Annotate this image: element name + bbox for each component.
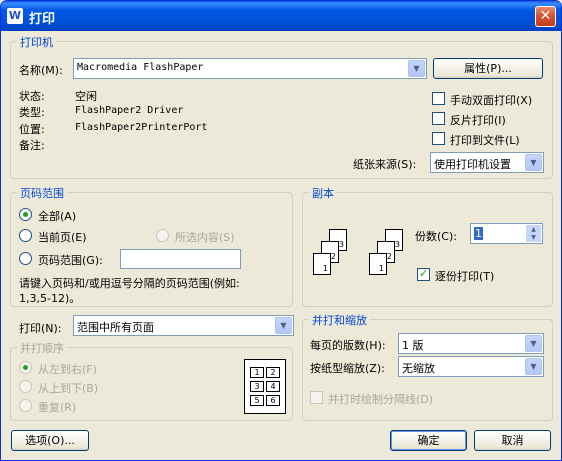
all-pages-radio[interactable] xyxy=(19,208,32,221)
printer-name-label: 名称(M): xyxy=(19,64,63,77)
stack-page: 1 xyxy=(369,253,387,275)
close-button[interactable]: ✕ xyxy=(535,6,556,27)
pages-per-sheet-value: 1 版 xyxy=(402,339,424,352)
zoom-group-title: 并打和缩放 xyxy=(309,312,370,328)
mirror-label[interactable]: 反片打印(I) xyxy=(450,112,506,128)
left-to-right-radio[interactable] xyxy=(19,361,32,374)
grid-cell: 1 xyxy=(250,367,264,378)
draw-borders-checkbox[interactable] xyxy=(310,391,323,404)
collate-label[interactable]: 逐份打印(T) xyxy=(435,268,494,284)
print-what-select[interactable]: 范围中所有页面 ▼ xyxy=(73,315,294,336)
dialog-title: 打印 xyxy=(29,12,56,27)
status-label: 状态: xyxy=(19,90,45,103)
page-range-group-title: 页码范围 xyxy=(17,185,67,201)
collate-checkbox[interactable] xyxy=(417,267,430,281)
stack-page: 1 xyxy=(313,253,331,275)
comment-label: 备注: xyxy=(19,139,45,152)
where-value: FlashPaper2PrinterPort xyxy=(75,122,208,133)
word-app-icon: W xyxy=(7,8,23,24)
chevron-down-icon: ▼ xyxy=(525,358,542,375)
chevron-down-icon: ▼ xyxy=(408,60,425,77)
page-range-input[interactable] xyxy=(120,249,241,269)
scale-value: 无缩放 xyxy=(402,362,435,375)
chevron-down-icon: ▼ xyxy=(275,317,292,334)
manual-duplex-label[interactable]: 手动双面打印(X) xyxy=(450,92,532,108)
page-order-preview-icon: 1 2 3 4 5 6 xyxy=(244,359,286,414)
type-label: 类型: xyxy=(19,106,45,119)
page-range-label[interactable]: 页码范围(G): xyxy=(38,252,103,268)
print-dialog: W 打印 ✕ 打印机 名称(M): Macromedia FlashPaper … xyxy=(0,0,562,461)
chevron-down-icon: ▼ xyxy=(525,154,542,171)
printer-group-title: 打印机 xyxy=(17,34,56,50)
paper-source-label: 纸张来源(S): xyxy=(353,158,417,171)
top-to-bottom-label[interactable]: 从上到下(B) xyxy=(38,380,98,396)
paper-source-value: 使用打印机设置 xyxy=(434,158,511,171)
current-page-label[interactable]: 当前页(E) xyxy=(38,229,87,245)
grid-cell: 6 xyxy=(266,395,280,406)
manual-duplex-checkbox[interactable] xyxy=(432,92,445,105)
current-page-radio[interactable] xyxy=(19,229,32,242)
print-to-file-label[interactable]: 打印到文件(L) xyxy=(450,132,520,148)
grid-cell: 3 xyxy=(250,381,264,392)
print-what-value: 范围中所有页面 xyxy=(77,321,154,334)
page-range-radio[interactable] xyxy=(19,252,32,265)
grid-cell: 2 xyxy=(266,367,280,378)
type-value: FlashPaper2 Driver xyxy=(75,105,184,116)
page-range-hint: 请键入页码和/或用逗号分隔的页码范围(例如: xyxy=(19,277,240,290)
selection-radio[interactable] xyxy=(156,229,169,242)
chevron-down-icon: ▼ xyxy=(525,335,542,352)
pages-per-sheet-label: 每页的版数(H): xyxy=(310,339,386,352)
scale-select[interactable]: 无缩放 ▼ xyxy=(398,356,544,377)
printer-name-value: Macromedia FlashPaper xyxy=(77,62,204,73)
print-to-file-checkbox[interactable] xyxy=(432,132,445,145)
page-range-hint-example: 1,3,5-12)。 xyxy=(19,292,81,305)
options-button[interactable]: 选项(O)... xyxy=(11,430,89,451)
ok-button[interactable]: 确定 xyxy=(390,430,467,451)
repeat-radio[interactable] xyxy=(19,399,32,412)
cancel-button[interactable]: 取消 xyxy=(474,430,551,451)
paper-source-select[interactable]: 使用打印机设置 ▼ xyxy=(430,152,544,173)
copies-group-title: 副本 xyxy=(309,185,337,201)
pages-per-sheet-select[interactable]: 1 版 ▼ xyxy=(398,333,544,354)
status-value: 空闲 xyxy=(75,90,97,103)
scale-label: 按纸型缩放(Z): xyxy=(310,362,385,375)
print-order-group-title: 并打顺序 xyxy=(17,340,67,356)
title-bar[interactable]: W 打印 ✕ xyxy=(1,1,561,31)
draw-borders-label[interactable]: 并打时绘制分隔线(D) xyxy=(328,391,433,407)
properties-button[interactable]: 属性(P)... xyxy=(433,58,543,79)
repeat-label[interactable]: 重复(R) xyxy=(38,399,76,415)
copies-count-value[interactable]: 1 xyxy=(474,227,483,240)
left-to-right-label[interactable]: 从左到右(F) xyxy=(38,361,97,377)
grid-cell: 5 xyxy=(250,395,264,406)
mirror-checkbox[interactable] xyxy=(432,112,445,125)
spin-down-icon[interactable]: ▼ xyxy=(526,233,541,242)
copies-count-label: 份数(C): xyxy=(415,230,457,243)
where-label: 位置: xyxy=(19,123,45,136)
grid-cell: 4 xyxy=(266,381,280,392)
printer-name-select[interactable]: Macromedia FlashPaper ▼ xyxy=(73,58,427,79)
top-to-bottom-radio[interactable] xyxy=(19,380,32,393)
all-pages-label[interactable]: 全部(A) xyxy=(38,208,76,224)
print-what-label: 打印(N): xyxy=(19,322,62,335)
selection-label[interactable]: 所选内容(S) xyxy=(175,229,235,245)
close-icon: ✕ xyxy=(539,8,552,24)
copies-count-spinner[interactable]: 1 ▲ ▼ xyxy=(470,223,543,244)
